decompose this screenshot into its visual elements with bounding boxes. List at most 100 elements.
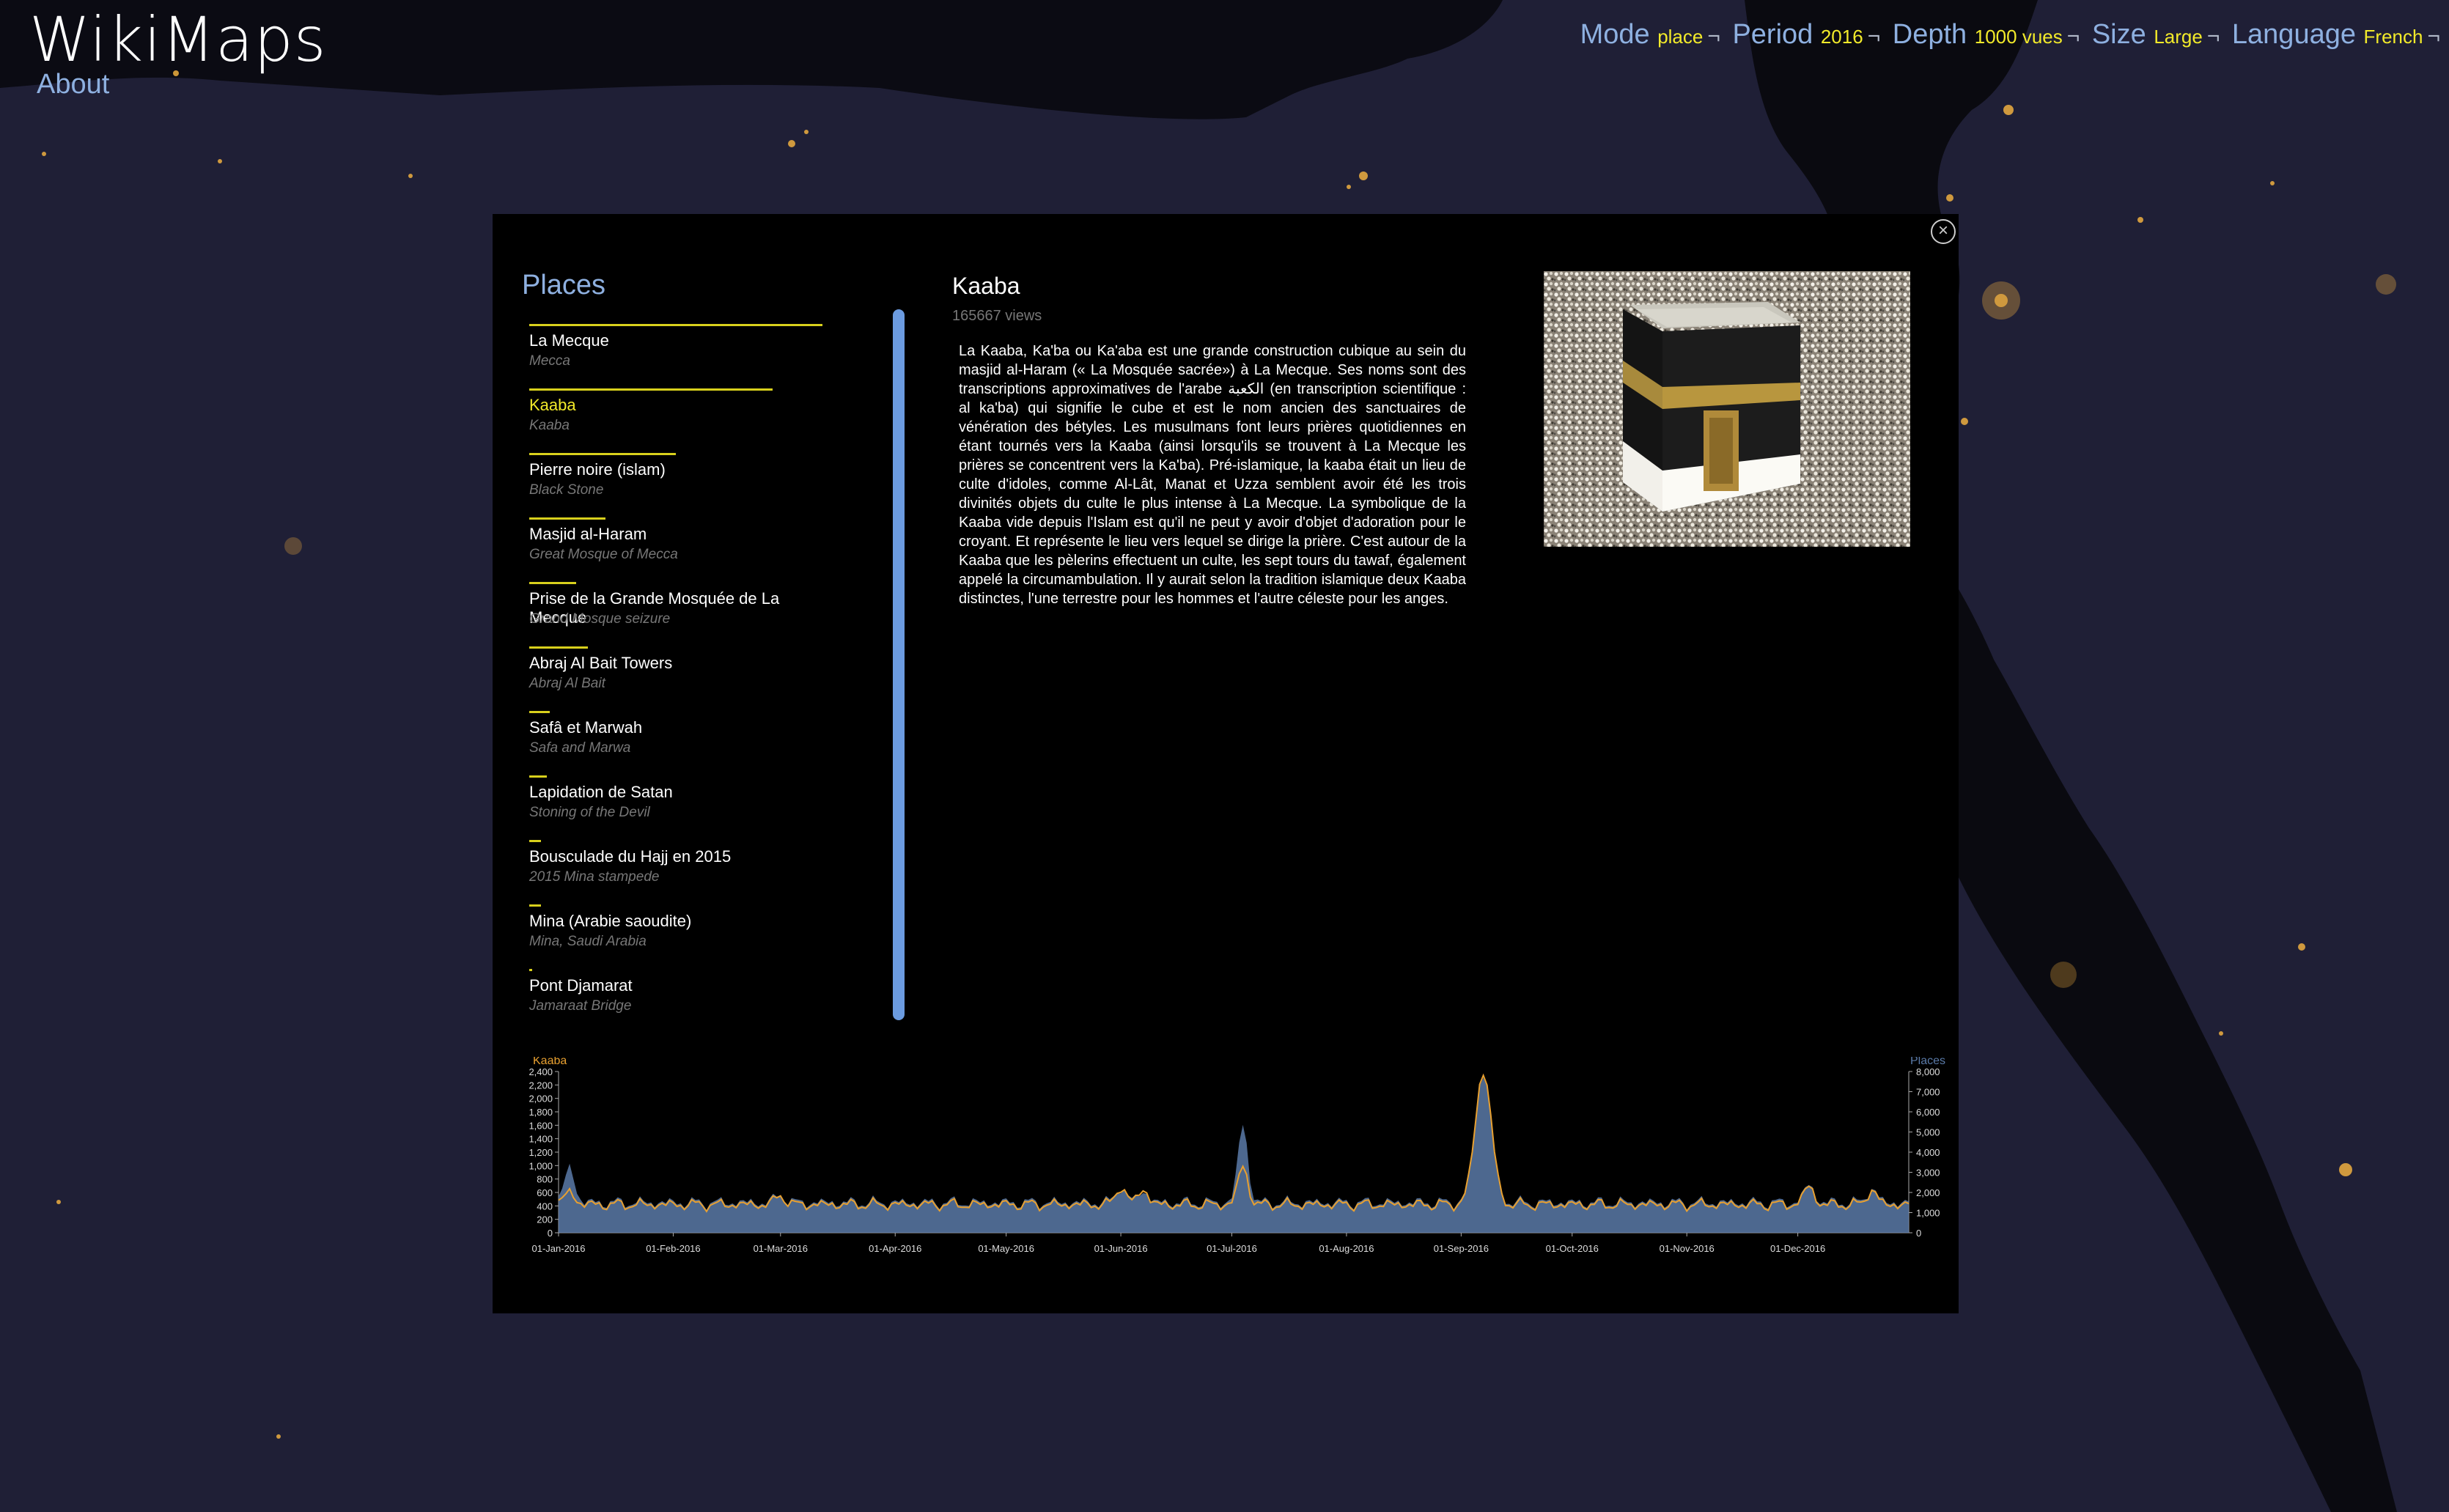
scrollbar-thumb[interactable] [893,309,905,1020]
place-item[interactable]: Masjid al-Haram Great Mosque of Mecca [529,517,830,582]
x-tick-label: 01-May-2016 [978,1243,1034,1254]
left-tick-label: 200 [537,1214,553,1225]
left-tick-label: 1,400 [529,1134,553,1145]
right-tick-label: 4,000 [1916,1147,1940,1158]
place-popularity-bar [529,453,676,455]
kaaba-photo [1544,271,1910,547]
left-tick-label: 400 [537,1201,553,1212]
detail-title: Kaaba [952,273,1020,299]
left-tick-label: 2,200 [529,1080,553,1091]
x-tick-label: 01-Dec-2016 [1770,1243,1825,1254]
place-english-name: Black Stone [529,482,604,498]
top-navigation: Mode place ¬ Period 2016 ¬ Depth 1000 vues… [1580,19,2445,51]
place-english-name: Grand Mosque seizure [529,611,671,627]
place-english-name: Kaaba [529,418,570,433]
right-tick-label: 2,000 [1916,1187,1940,1198]
x-tick-label: 01-Sep-2016 [1434,1243,1489,1254]
place-popularity-bar [529,388,773,391]
place-popularity-bar [529,840,541,842]
place-english-name: Jamaraat Bridge [529,998,632,1014]
detail-views: 165667 views [952,308,1042,324]
place-item[interactable]: Lapidation de Satan Stoning of the Devil [529,775,830,840]
place-english-name: Mecca [529,353,570,369]
views-chart: Kaaba Places 0 200 400 600 800 1,000 1,200 1,400 1… [529,1057,1945,1254]
nav-separator: ¬ [2066,24,2080,48]
place-name: Masjid al-Haram [529,525,647,543]
place-panel: × Places La Mecque Mecca Kaaba Kaaba Pierre … [493,214,1959,1313]
x-tick-label: 01-Oct-2016 [1546,1243,1599,1254]
place-popularity-bar [529,711,550,713]
place-name: Lapidation de Satan [529,783,673,801]
left-tick-label: 2,000 [529,1094,553,1105]
nav-separator: ¬ [2427,24,2440,48]
x-tick-label: 01-Jul-2016 [1207,1243,1257,1254]
place-item[interactable]: Pont Djamarat Jamaraat Bridge [529,969,830,1033]
place-english-name: Great Mosque of Mecca [529,547,678,562]
nav-mode[interactable]: Mode place [1580,19,1704,50]
place-name: Kaaba [529,396,576,414]
left-tick-label: 600 [537,1187,553,1198]
place-item[interactable]: Prise de la Grande Mosquée de La Mecque G… [529,582,830,646]
place-name: Mina (Arabie saoudite) [529,912,692,930]
place-item[interactable]: Kaaba Kaaba [529,388,830,453]
nav-size[interactable]: Size Large [2092,19,2203,50]
left-tick-label: 2,400 [529,1066,553,1077]
right-tick-label: 8,000 [1916,1066,1940,1077]
place-item[interactable]: Pierre noire (islam) Black Stone [529,453,830,517]
place-item[interactable]: Abraj Al Bait Towers Abraj Al Bait [529,646,830,711]
place-english-name: 2015 Mina stampede [529,869,660,885]
right-tick-label: 5,000 [1916,1127,1940,1138]
left-tick-label: 1,200 [529,1147,553,1158]
right-tick-label: 0 [1916,1228,1921,1239]
place-item[interactable]: Mina (Arabie saoudite) Mina, Saudi Arabia [529,904,830,969]
places-scrollbar[interactable] [893,309,905,1020]
x-tick-label: 01-Apr-2016 [869,1243,921,1254]
place-name: Pont Djamarat [529,976,633,995]
places-title: Places [522,270,606,300]
place-name: La Mecque [529,331,609,350]
right-tick-label: 6,000 [1916,1107,1940,1118]
left-tick-label: 1,600 [529,1120,553,1131]
nav-separator: ¬ [2206,24,2220,48]
place-popularity-bar [529,324,822,326]
x-tick-label: 01-Aug-2016 [1319,1243,1374,1254]
place-english-name: Stoning of the Devil [529,805,650,820]
place-popularity-bar [529,904,541,907]
right-tick-label: 3,000 [1916,1168,1940,1179]
place-english-name: Abraj Al Bait [529,676,605,691]
x-tick-label: 01-Jun-2016 [1094,1243,1148,1254]
place-name: Safâ et Marwah [529,718,643,737]
place-name: Pierre noire (islam) [529,460,666,479]
places-area [559,1077,1909,1233]
place-popularity-bar [529,517,605,520]
place-item[interactable]: Safâ et Marwah Safa and Marwa [529,711,830,775]
left-tick-label: 1,800 [529,1107,553,1118]
nav-language[interactable]: Language French [2232,19,2423,50]
place-item[interactable]: La Mecque Mecca [529,324,830,388]
place-name: Bousculade du Hajj en 2015 [529,847,732,866]
left-tick-label: 1,000 [529,1160,553,1171]
places-list: La Mecque Mecca Kaaba Kaaba Pierre noire (is… [529,324,830,1033]
place-item[interactable]: Bousculade du Hajj en 2015 2015 Mina stam… [529,840,830,904]
nav-period[interactable]: Period 2016 [1732,19,1863,50]
left-tick-label: 0 [548,1228,553,1239]
place-name: Abraj Al Bait Towers [529,654,673,672]
place-popularity-bar [529,775,547,778]
nav-separator: ¬ [1867,24,1881,48]
app-logo[interactable]: WikiMaps [29,4,327,75]
x-tick-label: 01-Mar-2016 [754,1243,808,1254]
right-tick-label: 1,000 [1916,1208,1940,1219]
right-tick-label: 7,000 [1916,1087,1940,1098]
place-english-name: Mina, Saudi Arabia [529,934,647,949]
nav-separator: ¬ [1707,24,1720,48]
place-english-name: Safa and Marwa [529,740,631,756]
place-popularity-bar [529,969,532,971]
close-icon[interactable]: × [1931,219,1956,244]
place-popularity-bar [529,646,588,649]
detail-description: La Kaaba, Ka'ba ou Ka'aba est une grande… [959,343,1466,607]
brand: WikiMaps About [29,4,327,100]
x-tick-label: 01-Feb-2016 [646,1243,700,1254]
nav-depth[interactable]: Depth 1000 vues [1893,19,2063,50]
series-label-kaaba: Kaaba [533,1057,567,1067]
x-tick-label: 01-Jan-2016 [532,1243,586,1254]
